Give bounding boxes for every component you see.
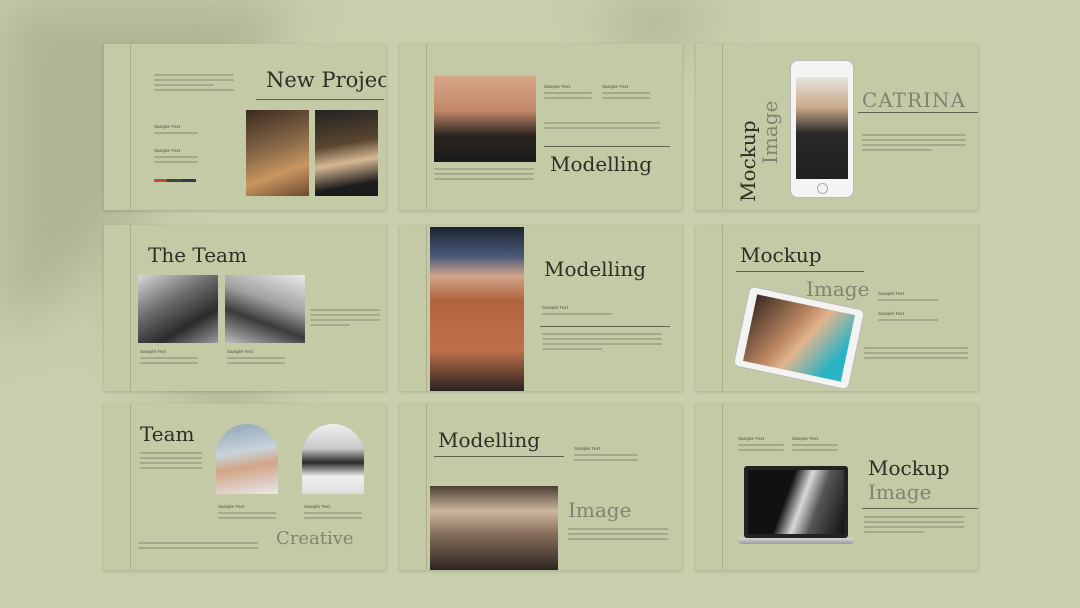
slide-sidebar (104, 225, 131, 391)
photo-team-office (225, 275, 305, 343)
slide-sidebar (104, 44, 131, 210)
slide-sidebar (400, 225, 427, 391)
slide-title: CATRINA (862, 88, 966, 112)
sample-label: Sample Text (304, 504, 331, 509)
text-placeholder (154, 156, 198, 166)
photo-blonde-model (315, 110, 378, 196)
slide-subtitle: Image (568, 498, 632, 522)
sample-label: Sample Text (227, 349, 254, 354)
text-placeholder (568, 528, 668, 543)
title-rule (862, 508, 978, 509)
sample-label: Sample Text (878, 291, 905, 296)
slide-title: Team (140, 422, 195, 446)
text-placeholder (878, 299, 938, 304)
color-swatch-bar (154, 179, 196, 182)
text-placeholder (542, 333, 662, 353)
slide-sidebar (400, 44, 427, 210)
text-placeholder (154, 74, 234, 94)
slide-title: New Project (266, 68, 386, 92)
text-placeholder (574, 454, 638, 464)
text-placeholder (544, 92, 592, 102)
slide-new-project[interactable]: New Project Sample Text Sample Text (104, 44, 386, 210)
slide-sidebar (104, 404, 131, 570)
text-placeholder (304, 512, 362, 522)
text-placeholder (140, 452, 202, 472)
tablet-screen (743, 294, 855, 382)
slide-modelling-image[interactable]: Modelling Sample Text Image (400, 404, 682, 570)
photo-curly-hair-model (246, 110, 309, 196)
slide-title: Mockup (868, 456, 950, 480)
text-placeholder (864, 516, 964, 536)
photo-hat-model (430, 486, 558, 570)
text-placeholder (310, 309, 380, 329)
photo-circle-model (302, 424, 364, 494)
text-placeholder (154, 132, 198, 137)
slide-title: Modelling (550, 152, 653, 176)
slide-mockup-tablet[interactable]: Mockup Image Sample Text Sample Text (696, 225, 978, 391)
sample-label: Sample Text (602, 84, 629, 89)
title-rule (434, 456, 564, 457)
slide-title: Modelling (438, 428, 541, 452)
slide-sidebar (696, 225, 723, 391)
text-placeholder (544, 122, 660, 132)
sample-label: Sample Text (154, 148, 181, 153)
sample-label: Sample Text (154, 124, 181, 129)
sample-label: Sample Text (542, 305, 569, 310)
text-placeholder (227, 357, 285, 367)
laptop-base (738, 538, 854, 544)
text-placeholder (218, 512, 276, 522)
sample-label: Sample Text (792, 436, 819, 441)
slide-the-team[interactable]: The Team Sample Text Sample Text (104, 225, 386, 391)
sample-label: Sample Text (738, 436, 765, 441)
slide-modelling-2[interactable]: Modelling Sample Text (400, 225, 682, 391)
slide-subtitle: Image (806, 277, 870, 301)
image-vertical-text: Image (758, 100, 782, 164)
title-rule (256, 99, 384, 100)
text-placeholder (434, 168, 534, 183)
title-rule (544, 146, 670, 147)
sample-label: Sample Text (878, 311, 905, 316)
sample-label: Sample Text (544, 84, 571, 89)
title-rule (858, 112, 978, 113)
text-placeholder (140, 357, 198, 367)
text-placeholder (738, 444, 784, 454)
tablet-mockup (732, 285, 866, 391)
title-rule (540, 326, 670, 327)
laptop-mockup (738, 466, 854, 550)
phone-mockup (790, 60, 854, 198)
slide-title: Modelling (544, 257, 647, 281)
slide-title: The Team (148, 243, 247, 267)
slide-sidebar (696, 44, 723, 210)
title-rule (736, 271, 864, 272)
slide-catrina[interactable]: Mockup Image CATRINA (696, 44, 978, 210)
photo-arch-model (216, 424, 278, 494)
photo-blue-hair-model (430, 227, 524, 391)
text-placeholder (878, 319, 938, 324)
slide-modelling-1[interactable]: Sample Text Sample Text Modelling (400, 44, 682, 210)
sample-label: Sample Text (140, 349, 167, 354)
sample-label: Sample Text (574, 446, 601, 451)
slide-mockup-laptop[interactable]: Sample Text Sample Text Mockup Image (696, 404, 978, 570)
text-placeholder (602, 92, 650, 102)
text-placeholder (138, 542, 258, 552)
slide-subtitle: Image (868, 480, 932, 504)
photo-sunglasses-model (434, 76, 536, 162)
home-button-icon (817, 183, 828, 194)
sample-label: Sample Text (218, 504, 245, 509)
laptop-display-photo (748, 470, 844, 534)
text-placeholder (542, 313, 612, 318)
mockup-vertical-text: Mockup (736, 120, 760, 202)
text-placeholder (792, 444, 838, 454)
phone-screen (796, 77, 848, 179)
slide-sidebar (696, 404, 723, 570)
text-placeholder (862, 134, 966, 154)
text-placeholder (864, 347, 968, 362)
slide-team-creative[interactable]: Team Sample Text Sample Text Creative (104, 404, 386, 570)
laptop-screen (744, 466, 848, 538)
slide-sidebar (400, 404, 427, 570)
slide-title: Mockup (740, 243, 822, 267)
slide-subtitle: Creative (276, 528, 354, 549)
photo-team-cafe (138, 275, 218, 343)
